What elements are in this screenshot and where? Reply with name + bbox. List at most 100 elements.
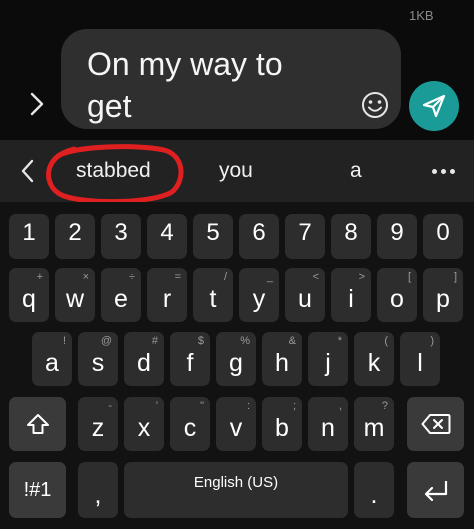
key-3[interactable]: 3 xyxy=(101,214,141,259)
key-label: c xyxy=(183,414,197,442)
key-h[interactable]: & h xyxy=(262,332,302,386)
message-size-label: 1KB xyxy=(409,8,434,23)
key-l[interactable]: ) l xyxy=(400,332,440,386)
key-x[interactable]: ' x xyxy=(124,397,164,451)
key-label: a xyxy=(45,349,59,377)
key-y[interactable]: _ y xyxy=(239,268,279,322)
key-label: 6 xyxy=(252,219,266,246)
emoji-button[interactable] xyxy=(359,89,391,121)
key-d[interactable]: # d xyxy=(124,332,164,386)
key-a[interactable]: ! a xyxy=(32,332,72,386)
backspace-key[interactable] xyxy=(407,397,464,451)
key-alt-label: ; xyxy=(292,400,296,412)
more-icon xyxy=(432,169,437,174)
key-7[interactable]: 7 xyxy=(285,214,325,259)
key-label: n xyxy=(321,414,335,442)
key-8[interactable]: 8 xyxy=(331,214,371,259)
suggestion-3[interactable]: a xyxy=(350,159,362,183)
key-m[interactable]: ? m xyxy=(354,397,394,451)
key-label: v xyxy=(229,414,243,442)
key-alt-label: ' xyxy=(155,400,158,412)
enter-key[interactable] xyxy=(407,462,464,518)
key-9[interactable]: 9 xyxy=(377,214,417,259)
key-0[interactable]: 0 xyxy=(423,214,463,259)
key-1[interactable]: 1 xyxy=(9,214,49,259)
key-label: !#1 xyxy=(23,479,52,501)
key-f[interactable]: $ f xyxy=(170,332,210,386)
key-label: 1 xyxy=(22,219,36,246)
key-label: i xyxy=(348,285,354,313)
suggestion-strip: stabbed you a xyxy=(0,140,474,202)
key-v[interactable]: :v xyxy=(216,397,256,451)
key-label: 8 xyxy=(344,219,358,246)
comma-key[interactable]: , xyxy=(78,462,118,518)
keyboard: 1 2 3 4 5 6 7 8 9 0 + q × w ÷ e = r / t _ y < u… xyxy=(0,202,474,529)
key-k[interactable]: (k xyxy=(354,332,394,386)
key-q[interactable]: + q xyxy=(9,268,49,322)
key-label: 4 xyxy=(160,219,174,246)
key-w[interactable]: × w xyxy=(55,268,95,322)
space-key-label: English (US) xyxy=(193,474,279,491)
key-label: 5 xyxy=(206,219,220,246)
key-r[interactable]: = r xyxy=(147,268,187,322)
key-label: f xyxy=(186,349,194,377)
chevron-left-icon xyxy=(21,159,34,183)
key-alt-label: & xyxy=(288,335,296,347)
key-u[interactable]: < u xyxy=(285,268,325,322)
key-o[interactable]: [o xyxy=(377,268,417,322)
key-4[interactable]: 4 xyxy=(147,214,187,259)
key-5[interactable]: 5 xyxy=(193,214,233,259)
more-options-button[interactable] xyxy=(432,169,458,175)
key-alt-label: + xyxy=(36,271,43,283)
key-alt-label: ) xyxy=(430,335,434,347)
key-alt-label: ( xyxy=(384,335,388,347)
key-label: t xyxy=(209,285,217,313)
key-alt-label: < xyxy=(312,271,319,283)
key-g[interactable]: % g xyxy=(216,332,256,386)
key-label: , xyxy=(94,481,102,509)
key-label: y xyxy=(252,285,266,313)
key-label: 7 xyxy=(298,219,312,246)
key-label: x xyxy=(137,414,151,442)
message-input[interactable]: On my way to get xyxy=(61,29,401,129)
key-alt-label: , xyxy=(338,400,342,412)
key-alt-label: @ xyxy=(100,335,112,347)
key-label: q xyxy=(22,285,36,313)
suggestion-2[interactable]: you xyxy=(219,159,253,183)
key-i[interactable]: > i xyxy=(331,268,371,322)
key-label: 9 xyxy=(390,219,404,246)
key-p[interactable]: ] p xyxy=(423,268,463,322)
key-label: w xyxy=(65,285,85,313)
shift-key[interactable] xyxy=(9,397,66,451)
key-label: 0 xyxy=(436,219,450,246)
more-icon xyxy=(450,169,455,174)
space-key[interactable]: English (US) xyxy=(124,462,348,518)
key-alt-label: : xyxy=(246,400,250,412)
key-j[interactable]: * j xyxy=(308,332,348,386)
key-label: m xyxy=(363,414,385,442)
key-z[interactable]: -z xyxy=(78,397,118,451)
key-alt-label: # xyxy=(151,335,158,347)
key-t[interactable]: / t xyxy=(193,268,233,322)
suggestion-1[interactable]: stabbed xyxy=(76,159,151,183)
send-button[interactable] xyxy=(409,81,459,131)
enter-icon xyxy=(424,481,447,501)
expand-options-button[interactable] xyxy=(22,86,52,122)
key-e[interactable]: ÷ e xyxy=(101,268,141,322)
key-2[interactable]: 2 xyxy=(55,214,95,259)
key-s[interactable]: @ s xyxy=(78,332,118,386)
key-c[interactable]: " c xyxy=(170,397,210,451)
key-6[interactable]: 6 xyxy=(239,214,279,259)
key-alt-label: % xyxy=(240,335,250,347)
key-alt-label: ÷ xyxy=(128,271,135,283)
key-b[interactable]: ; b xyxy=(262,397,302,451)
symbols-key[interactable]: !#1 xyxy=(9,462,66,518)
key-alt-label: ? xyxy=(381,400,388,412)
key-n[interactable]: ,n xyxy=(308,397,348,451)
toolbar-toggle-button[interactable] xyxy=(17,158,39,184)
key-alt-label: ] xyxy=(453,271,457,283)
key-label: r xyxy=(162,285,172,313)
key-alt-label: / xyxy=(223,271,227,283)
period-key[interactable]: . xyxy=(354,462,394,518)
key-label: h xyxy=(275,349,289,377)
